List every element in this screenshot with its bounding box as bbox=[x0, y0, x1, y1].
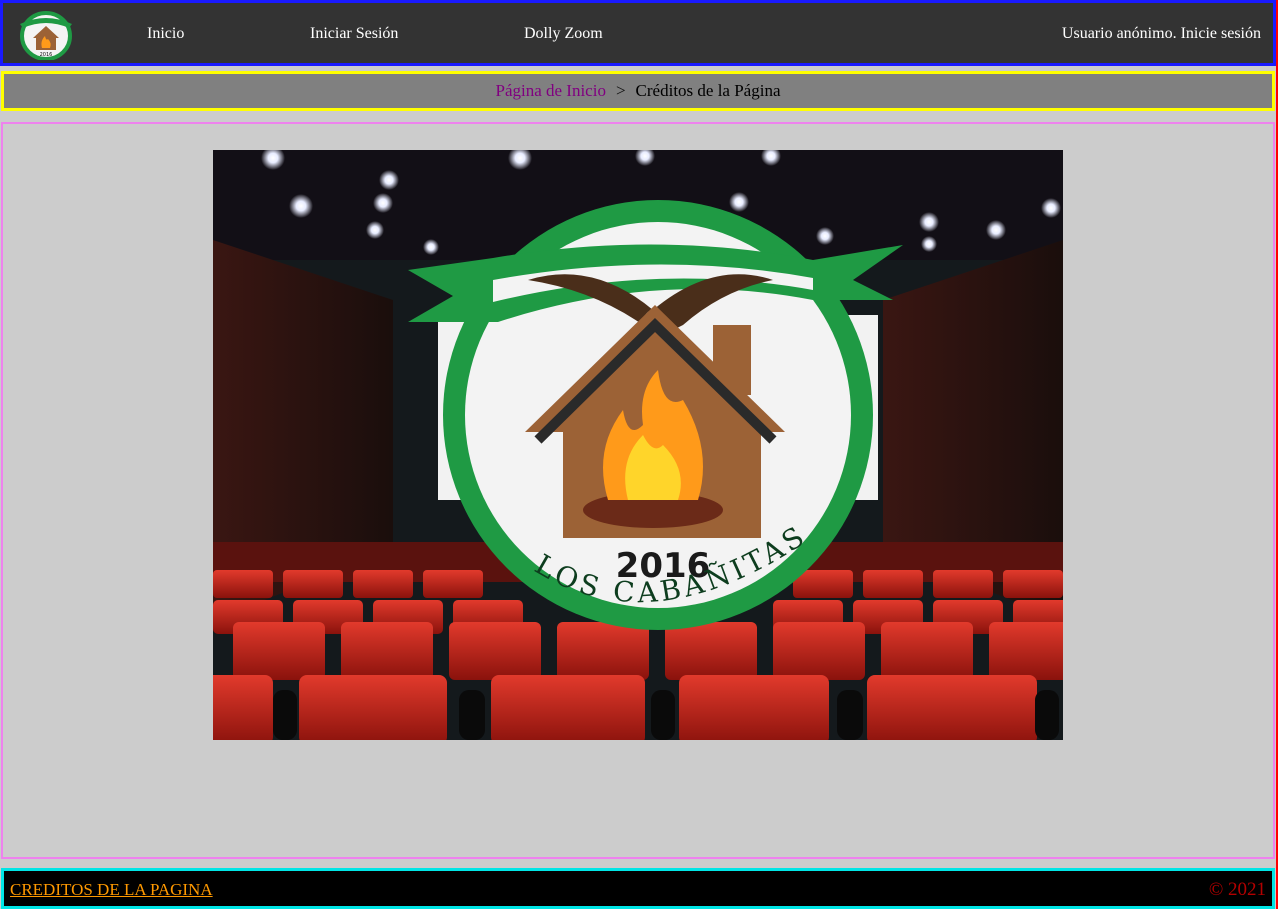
breadcrumb: Página de Inicio > Créditos de la Página bbox=[1, 71, 1275, 111]
footer: CREDITOS DE LA PAGINA © 2021 bbox=[1, 868, 1275, 909]
breadcrumb-home-link[interactable]: Página de Inicio bbox=[495, 81, 605, 100]
nav-iniciar-sesion[interactable]: Iniciar Sesión bbox=[310, 25, 398, 43]
user-login-link[interactable]: Usuario anónimo. Inicie sesión bbox=[1062, 25, 1261, 43]
nav-inicio[interactable]: Inicio bbox=[147, 25, 184, 43]
credits-link[interactable]: CREDITOS DE LA PAGINA bbox=[10, 880, 213, 900]
breadcrumb-separator: > bbox=[615, 81, 626, 100]
main-content: 2016 LOS CABAÑITAS bbox=[1, 122, 1275, 859]
copyright-text: © 2021 bbox=[1208, 879, 1266, 900]
logo-year: 2016 bbox=[40, 52, 53, 58]
site-logo-icon[interactable]: 2016 bbox=[17, 8, 75, 60]
nav-dolly-zoom[interactable]: Dolly Zoom bbox=[524, 25, 603, 43]
cinema-logo-image: 2016 LOS CABAÑITAS bbox=[213, 150, 1063, 740]
breadcrumb-current: Créditos de la Página bbox=[635, 81, 781, 100]
top-navbar: 2016 Inicio Iniciar Sesión Dolly Zoom Us… bbox=[0, 0, 1276, 66]
